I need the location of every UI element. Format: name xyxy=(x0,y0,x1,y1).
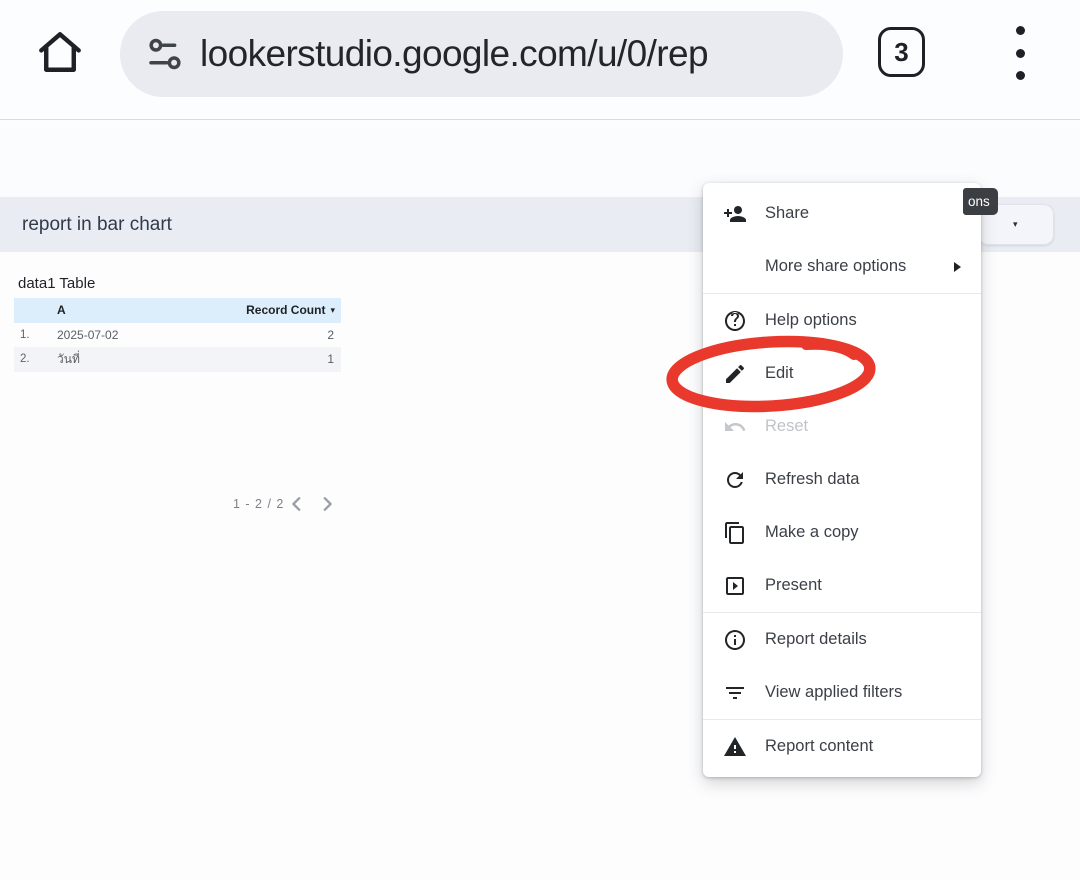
table-header-row: A Record Count ▾ xyxy=(14,298,341,323)
home-icon xyxy=(32,22,88,82)
menu-item-label: Make a copy xyxy=(765,523,859,542)
menu-item-report-details[interactable]: Report details xyxy=(703,613,981,666)
menu-item-label: Report details xyxy=(765,630,867,649)
url-bar[interactable]: lookerstudio.google.com/u/0/rep xyxy=(120,11,843,97)
home-button[interactable] xyxy=(30,18,90,86)
table-row: 2. วันที่ 1 xyxy=(14,347,341,372)
url-text: lookerstudio.google.com/u/0/rep xyxy=(200,33,708,75)
browser-chrome: lookerstudio.google.com/u/0/rep 3 xyxy=(0,0,1080,120)
row-metric: 1 xyxy=(241,352,341,366)
kebab-menu-icon xyxy=(1016,26,1025,35)
row-dimension: วันที่ xyxy=(57,350,241,369)
row-metric: 2 xyxy=(241,328,341,342)
caret-down-icon: ▾ xyxy=(1013,219,1018,230)
menu-item-label: Share xyxy=(765,204,809,223)
info-icon xyxy=(723,628,747,652)
tooltip-fragment: ons xyxy=(963,188,998,215)
tab-switcher-button[interactable]: 3 xyxy=(878,27,925,77)
pagination-label: 1 - 2 / 2 xyxy=(233,497,284,511)
menu-item-reset: Reset xyxy=(703,400,981,453)
menu-item-label: Present xyxy=(765,576,822,595)
row-dimension: 2025-07-02 xyxy=(57,328,241,342)
edit-pencil-icon xyxy=(723,362,747,386)
menu-item-label: View applied filters xyxy=(765,683,902,702)
pagination-prev-icon[interactable] xyxy=(288,495,304,513)
sort-arrow-icon[interactable]: ▾ xyxy=(330,305,341,316)
screen: lookerstudio.google.com/u/0/rep 3 data1 … xyxy=(0,0,1080,880)
tab-count: 3 xyxy=(894,37,908,68)
menu-item-label: Help options xyxy=(765,311,857,330)
report-options-menu: Share More share options Help options Ed… xyxy=(703,183,981,777)
menu-item-edit[interactable]: Edit xyxy=(703,347,981,400)
warning-icon xyxy=(723,735,747,759)
menu-item-share[interactable]: Share xyxy=(703,187,981,240)
data-table: A Record Count ▾ 1. 2025-07-02 2 2. วันท… xyxy=(14,298,341,372)
person-add-icon xyxy=(723,202,747,226)
menu-item-label: More share options xyxy=(765,257,906,276)
table-pagination: 1 - 2 / 2 xyxy=(0,494,360,514)
pagination-next-icon[interactable] xyxy=(320,495,336,513)
present-icon xyxy=(723,574,747,598)
menu-item-refresh-data[interactable]: Refresh data xyxy=(703,453,981,506)
undo-icon xyxy=(723,415,747,439)
row-index: 1. xyxy=(14,329,57,341)
menu-item-label: Reset xyxy=(765,417,808,436)
help-icon xyxy=(723,309,747,333)
menu-item-label: Edit xyxy=(765,364,793,383)
menu-item-make-a-copy[interactable]: Make a copy xyxy=(703,506,981,559)
submenu-arrow-icon xyxy=(954,262,961,272)
menu-item-view-applied-filters[interactable]: View applied filters xyxy=(703,666,981,719)
menu-item-report-content[interactable]: Report content xyxy=(703,720,981,773)
row-index: 2. xyxy=(14,353,57,365)
column-header-a[interactable]: A xyxy=(57,303,228,317)
copy-icon xyxy=(723,521,747,545)
table-row: 1. 2025-07-02 2 xyxy=(14,323,341,348)
column-header-record-count[interactable]: Record Count xyxy=(228,303,328,317)
refresh-icon xyxy=(723,468,747,492)
menu-item-help-options[interactable]: Help options xyxy=(703,294,981,347)
page-info-icon[interactable] xyxy=(144,33,186,75)
menu-item-label: Refresh data xyxy=(765,470,859,489)
table-title: data1 Table xyxy=(18,275,95,292)
page-title: report in bar chart xyxy=(22,197,172,252)
browser-menu-button[interactable] xyxy=(1005,22,1035,84)
filter-icon xyxy=(723,681,747,705)
menu-item-present[interactable]: Present xyxy=(703,559,981,612)
menu-item-label: Report content xyxy=(765,737,873,756)
menu-item-more-share-options[interactable]: More share options xyxy=(703,240,981,293)
